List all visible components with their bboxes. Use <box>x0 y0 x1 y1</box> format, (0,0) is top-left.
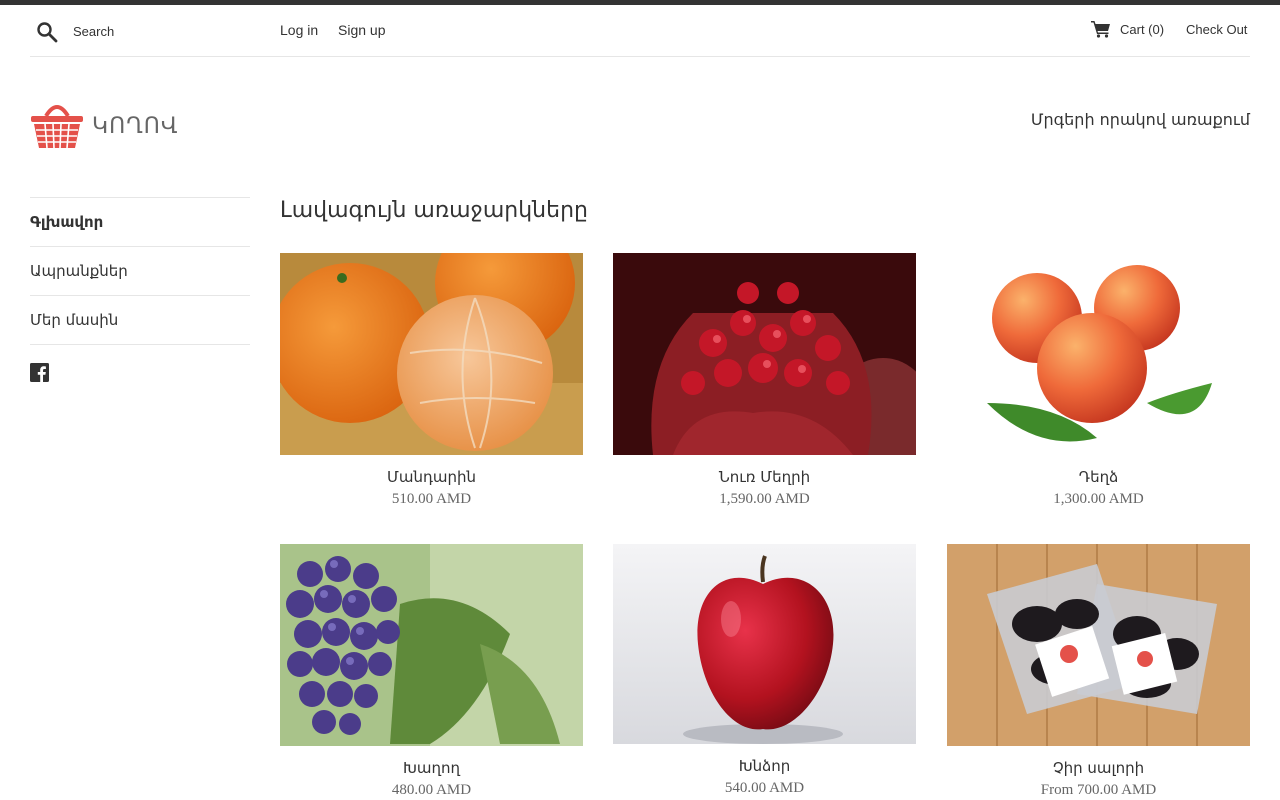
search-input[interactable] <box>73 20 263 42</box>
product-price: 1,590.00 AMD <box>719 491 810 507</box>
product-name[interactable]: Խաղող <box>280 759 583 777</box>
facebook-icon[interactable] <box>30 363 49 382</box>
search-icon[interactable] <box>36 21 58 43</box>
product-name[interactable]: Խնձոր <box>613 757 916 775</box>
sidebar-item-about[interactable]: Մեր մասին <box>30 295 250 345</box>
product-image-dried-plums[interactable] <box>947 544 1250 746</box>
product-price: From 700.00 AMD <box>1040 782 1157 798</box>
product-price: 1,300.00 AMD <box>1053 491 1144 507</box>
product-card[interactable]: Նուռ Մեղրի 1,590.00 AMD <box>613 253 916 508</box>
product-card[interactable]: Խաղող 480.00 AMD <box>280 544 583 799</box>
product-card[interactable]: Չիր սալորի From 700.00 AMD <box>947 544 1250 799</box>
product-image-grapes[interactable] <box>280 544 583 746</box>
signup-link[interactable]: Sign up <box>338 22 385 38</box>
product-image-peach[interactable] <box>947 253 1250 455</box>
sidebar-nav: Գլխավոր Ապրանքներ Մեր մասին <box>30 197 250 382</box>
site-header: Log in Sign up Cart (0) Check Out <box>30 5 1250 57</box>
product-card[interactable]: Մանդարին 510.00 AMD <box>280 253 583 508</box>
product-price: 540.00 AMD <box>724 780 805 796</box>
product-image-apple[interactable] <box>613 544 916 744</box>
product-image-tangerine[interactable] <box>280 253 583 455</box>
basket-logo-icon <box>31 105 83 149</box>
product-name[interactable]: Չիր սալորի <box>947 759 1250 777</box>
cart-label: Cart (0) <box>1120 21 1165 37</box>
cart-icon <box>1091 21 1110 38</box>
sidebar-item-home[interactable]: Գլխավոր <box>30 197 250 246</box>
product-name[interactable]: Մանդարին <box>280 468 583 486</box>
sidebar-item-products[interactable]: Ապրանքներ <box>30 246 250 295</box>
product-price: 510.00 AMD <box>391 491 472 507</box>
product-name[interactable]: Նուռ Մեղրի <box>613 468 916 486</box>
product-card[interactable]: Դեղձ 1,300.00 AMD <box>947 253 1250 508</box>
featured-title: Լավագույն առաջարկները <box>280 198 588 223</box>
product-price: 480.00 AMD <box>391 782 472 798</box>
checkout-link[interactable]: Check Out <box>1186 22 1247 37</box>
product-name[interactable]: Դեղձ <box>947 468 1250 486</box>
site-logo[interactable]: ԿՈՂՈՎ <box>30 102 178 150</box>
site-tagline: Մրգերի որակով առաքում <box>1030 110 1250 129</box>
brand-name: ԿՈՂՈՎ <box>92 113 179 139</box>
product-card[interactable]: Խնձոր 540.00 AMD <box>613 544 916 797</box>
cart-link[interactable]: Cart (0) <box>1091 20 1164 38</box>
login-link[interactable]: Log in <box>280 22 318 38</box>
product-image-pomegranate[interactable] <box>613 253 916 455</box>
